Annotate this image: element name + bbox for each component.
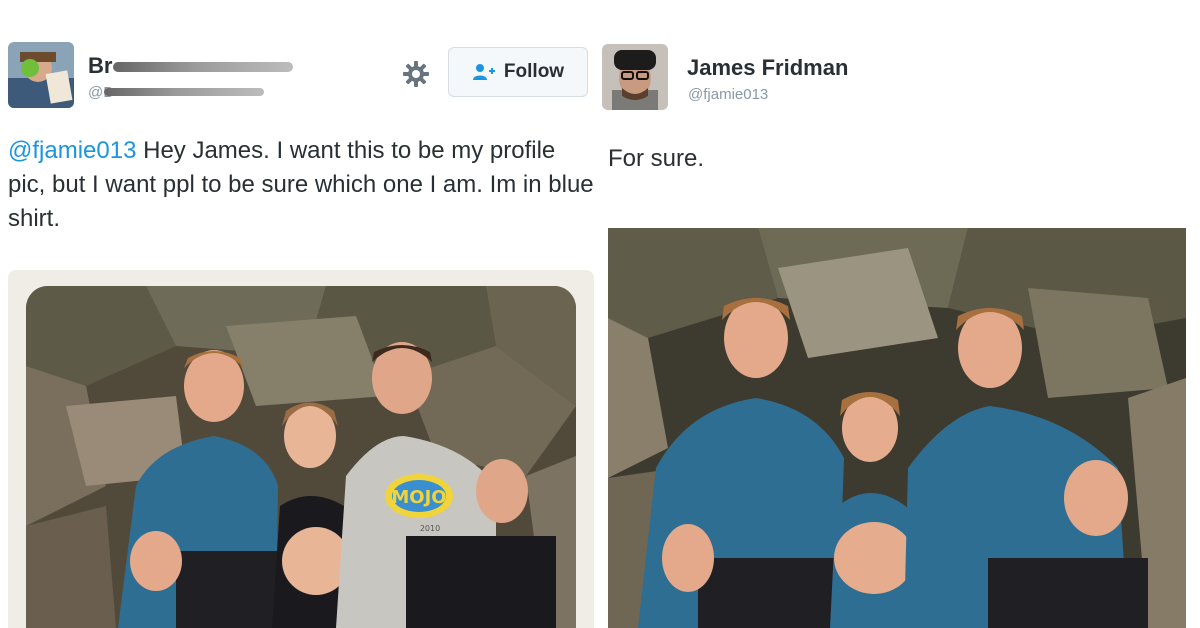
reply-tweet: James Fridman @fjamie013 For sure. [600,0,1200,628]
tweet-photo[interactable] [608,228,1186,628]
shirt-logo-text: MOJO [391,487,446,508]
tweet-text: @fjamie013 Hey James. I want this to be … [8,134,596,236]
author-name[interactable]: Br [88,53,112,79]
tweet-photo[interactable]: MOJO 2010 [26,286,576,628]
follow-label: Follow [503,61,565,82]
add-user-icon [472,63,496,81]
original-tweet: Br @B Follow @fjamie013 Hey James. I wan… [0,0,600,628]
tweet-photo-card: MOJO 2010 [8,270,594,628]
shirt-year-text: 2010 [420,524,440,533]
redaction-bar [113,62,293,72]
tweet-text: For sure. [608,145,705,172]
author-handle[interactable]: @fjamie013 [688,86,768,103]
author-avatar[interactable] [602,44,668,110]
redaction-bar [104,88,264,96]
gear-icon[interactable] [400,58,432,90]
mention-link[interactable]: @fjamie013 [8,137,136,164]
author-name[interactable]: James Fridman [687,55,848,81]
follow-button[interactable]: Follow [448,47,588,97]
author-avatar[interactable] [8,42,74,108]
